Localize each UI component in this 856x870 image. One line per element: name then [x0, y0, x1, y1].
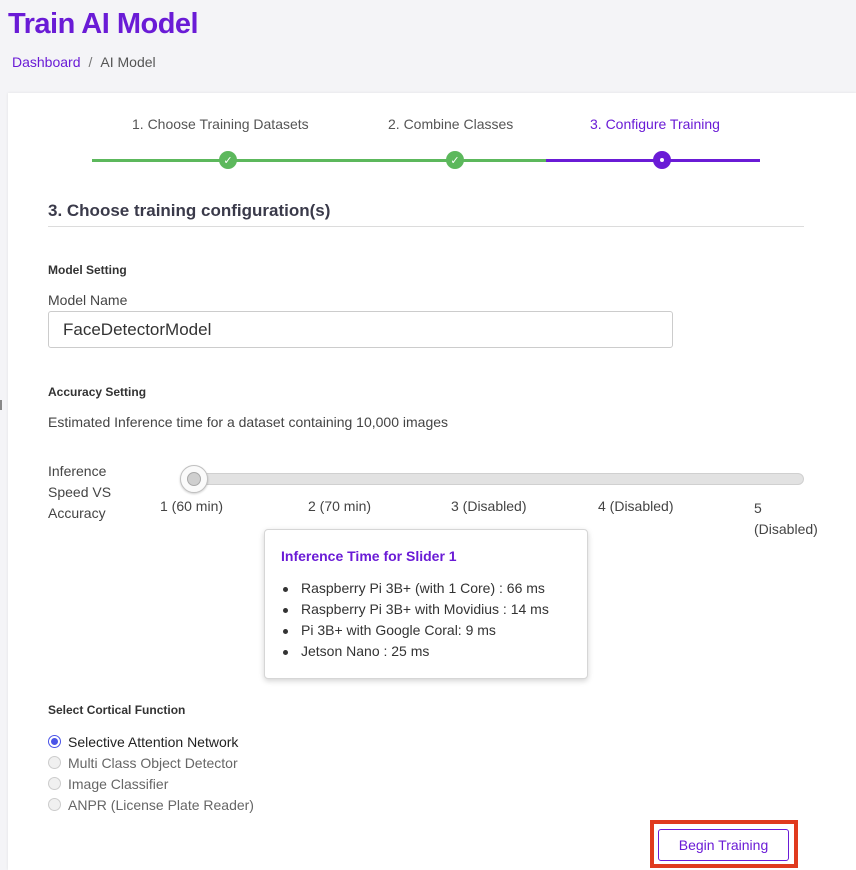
- radio-anpr[interactable]: ANPR (License Plate Reader): [48, 794, 254, 815]
- cortical-function-heading: Select Cortical Function: [48, 703, 186, 717]
- radio-selective-attention[interactable]: Selective Attention Network: [48, 731, 254, 752]
- accuracy-slider-track[interactable]: [186, 473, 804, 485]
- step-combine-classes[interactable]: 2. Combine Classes: [388, 116, 513, 132]
- list-item: Jetson Nano : 25 ms: [281, 641, 571, 662]
- tooltip-title: Inference Time for Slider 1: [281, 548, 457, 564]
- slider-label: Inference Speed VS Accuracy: [48, 463, 112, 521]
- breadcrumb-current: AI Model: [100, 54, 156, 70]
- cortical-function-radio-group: Selective Attention Network Multi Class …: [48, 731, 254, 815]
- current-step-icon: [653, 151, 671, 169]
- radio-unchecked-icon[interactable]: [48, 756, 61, 769]
- tooltip-list: Raspberry Pi 3B+ (with 1 Core) : 66 ms R…: [281, 578, 571, 662]
- inference-estimate-text: Estimated Inference time for a dataset c…: [48, 414, 449, 430]
- radio-label: Selective Attention Network: [68, 733, 239, 750]
- list-item: Raspberry Pi 3B+ (with 1 Core) : 66 ms: [281, 578, 571, 599]
- step-choose-datasets[interactable]: 1. Choose Training Datasets: [132, 116, 309, 132]
- slider-tick: 2 (70 min): [308, 498, 372, 514]
- breadcrumb-separator: /: [88, 54, 93, 70]
- training-card: 1. Choose Training Datasets 2. Combine C…: [8, 93, 856, 870]
- edge-marker: [0, 400, 2, 410]
- radio-multi-class-detector[interactable]: Multi Class Object Detector: [48, 752, 254, 773]
- accuracy-setting-heading: Accuracy Setting: [48, 385, 147, 399]
- accuracy-slider-thumb[interactable]: [180, 465, 208, 493]
- section-title: 3. Choose training configuration(s): [48, 201, 331, 220]
- breadcrumb-dashboard-link[interactable]: Dashboard: [12, 54, 81, 70]
- check-icon: ✓: [219, 151, 237, 169]
- slider-tick: 4 (Disabled): [598, 498, 674, 514]
- slider-tick: 5 (Disabled): [754, 500, 818, 537]
- check-icon: ✓: [446, 151, 464, 169]
- stepper-track-done: [92, 159, 546, 162]
- list-item: Raspberry Pi 3B+ with Movidius : 14 ms: [281, 599, 571, 620]
- model-name-input[interactable]: [48, 311, 673, 348]
- radio-image-classifier[interactable]: Image Classifier: [48, 773, 254, 794]
- slider-tick: 3 (Disabled): [451, 498, 527, 514]
- model-name-label: Model Name: [48, 292, 128, 308]
- list-item: Pi 3B+ with Google Coral: 9 ms: [281, 620, 571, 641]
- inference-time-tooltip: Inference Time for Slider 1 Raspberry Pi…: [264, 529, 588, 679]
- radio-label: Image Classifier: [68, 775, 169, 792]
- section-divider: [48, 226, 804, 227]
- step-configure-training[interactable]: 3. Configure Training: [590, 116, 720, 132]
- slider-tick: 1 (60 min): [160, 498, 224, 514]
- page-title: Train AI Model: [8, 8, 199, 40]
- breadcrumb: Dashboard / AI Model: [12, 54, 156, 70]
- radio-unchecked-icon[interactable]: [48, 777, 61, 790]
- radio-checked-icon[interactable]: [48, 735, 61, 748]
- radio-label: ANPR (License Plate Reader): [68, 796, 254, 813]
- radio-label: Multi Class Object Detector: [68, 754, 238, 771]
- radio-unchecked-icon[interactable]: [48, 798, 61, 811]
- begin-training-button[interactable]: Begin Training: [658, 829, 789, 861]
- model-setting-heading: Model Setting: [48, 263, 127, 277]
